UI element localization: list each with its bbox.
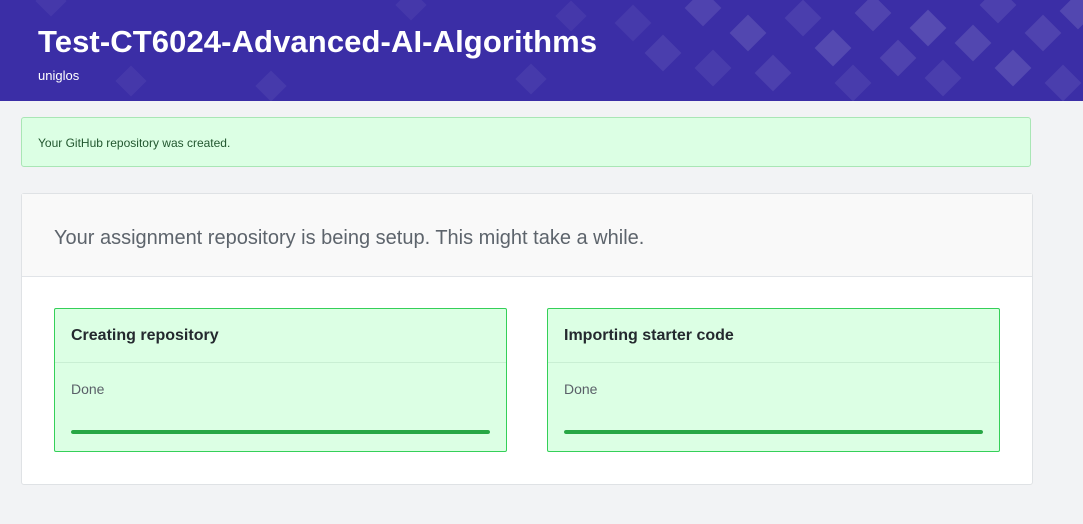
card-title: Creating repository (71, 327, 219, 344)
setup-status-heading: Your assignment repository is being setu… (54, 227, 645, 249)
card-status: Done (71, 381, 105, 397)
progress-bar-fill (564, 430, 983, 434)
card-status: Done (564, 381, 598, 397)
card-divider (55, 362, 506, 363)
panel-header: Your assignment repository is being setu… (22, 194, 1032, 277)
flash-message: Your GitHub repository was created. (38, 136, 231, 150)
success-flash-banner: Your GitHub repository was created. (21, 117, 1031, 167)
page-header: Test-CT6024-Advanced-AI-Algorithms unigl… (0, 0, 1083, 101)
card-title: Importing starter code (564, 327, 734, 344)
importing-starter-code-card: Importing starter code Done (547, 308, 1000, 452)
creating-repository-card: Creating repository Done (54, 308, 507, 452)
setup-progress-panel: Your assignment repository is being setu… (21, 193, 1033, 485)
organization-name: uniglos (38, 68, 80, 83)
card-divider (548, 362, 999, 363)
progress-bar-fill (71, 430, 490, 434)
progress-bar (71, 430, 490, 434)
page-title: Test-CT6024-Advanced-AI-Algorithms (38, 24, 598, 59)
progress-bar (564, 430, 983, 434)
